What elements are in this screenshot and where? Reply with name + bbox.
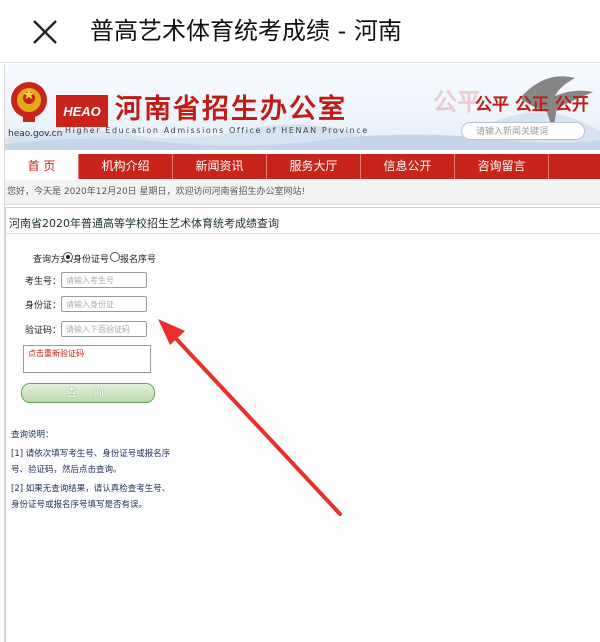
- nav-home[interactable]: 首 页: [5, 154, 79, 179]
- heao-logo: HEAO: [56, 95, 108, 127]
- section-title: 河南省2020年普通高等学校招生艺术体育统考成绩查询: [9, 217, 279, 230]
- nav-service-hall[interactable]: 服务大厅: [267, 154, 361, 179]
- search-input[interactable]: 请输入新闻关键词: [461, 122, 585, 140]
- help-line: [1] 请依次填写考生号、身份证号或报名序: [11, 449, 171, 459]
- id-card-input[interactable]: 请输入身份证: [61, 296, 147, 312]
- main-nav: 首 页 机构介绍 新闻资讯 服务大厅 信息公开 咨询留言: [5, 154, 600, 179]
- close-icon[interactable]: [32, 19, 58, 45]
- national-emblem-icon: [11, 82, 47, 122]
- logo-text: HEAO: [63, 104, 101, 119]
- site-title: 河南省招生办公室: [115, 94, 347, 125]
- nav-news[interactable]: 新闻资讯: [173, 154, 267, 179]
- exam-no-input[interactable]: 请输入考生号: [61, 272, 147, 288]
- query-button[interactable]: 查 询: [21, 383, 155, 403]
- help-line: 身份证号或报名序号填写是否有误。: [11, 500, 148, 510]
- web-page: heao.gov.cn HEAO 河南省招生办公室 Higher Educati…: [4, 64, 600, 642]
- welcome-notice: 您好，今天是 2020年12月20日 星期日，欢迎访问河南省招生办公室网站!: [5, 180, 600, 205]
- captcha-refresh-text: 点击重新验证码: [28, 349, 84, 358]
- captcha-label: 验证码：: [25, 326, 62, 336]
- help-line: 号、验证码，然后点击查询。: [11, 465, 122, 475]
- slogan-watermark: 公平: [433, 87, 481, 116]
- captcha-input[interactable]: 请输入下面验证码: [61, 321, 147, 337]
- divider: [5, 207, 600, 208]
- help-title: 查询说明：: [11, 430, 54, 440]
- captcha-image[interactable]: 点击重新验证码: [23, 345, 151, 373]
- radio-registration-no[interactable]: [110, 252, 120, 262]
- site-subtitle: Higher Education Admissions Office of HE…: [65, 126, 369, 135]
- radio-registration-no-label[interactable]: 报名序号: [120, 252, 156, 265]
- radio-id-card[interactable]: [63, 252, 73, 262]
- nav-info-disclosure[interactable]: 信息公开: [361, 154, 455, 179]
- site-header: heao.gov.cn HEAO 河南省招生办公室 Higher Educati…: [5, 64, 600, 150]
- nav-organization[interactable]: 机构介绍: [79, 154, 173, 179]
- exam-no-label: 考生号：: [25, 277, 62, 287]
- app-bar: 普高艺术体育统考成绩 - 河南: [0, 0, 600, 63]
- page-title: 普高艺术体育统考成绩 - 河南: [90, 17, 402, 45]
- radio-id-card-label[interactable]: 身份证号: [73, 252, 109, 265]
- id-card-label: 身份证：: [25, 301, 62, 311]
- nav-consultation[interactable]: 咨询留言: [455, 154, 549, 179]
- content-border: [5, 208, 6, 642]
- site-domain: heao.gov.cn: [8, 129, 63, 139]
- help-line: [2] 如果无查询结果，请认真检查考生号、: [11, 484, 171, 494]
- divider: [5, 233, 600, 234]
- slogan: 公平 公正 公开: [475, 95, 589, 115]
